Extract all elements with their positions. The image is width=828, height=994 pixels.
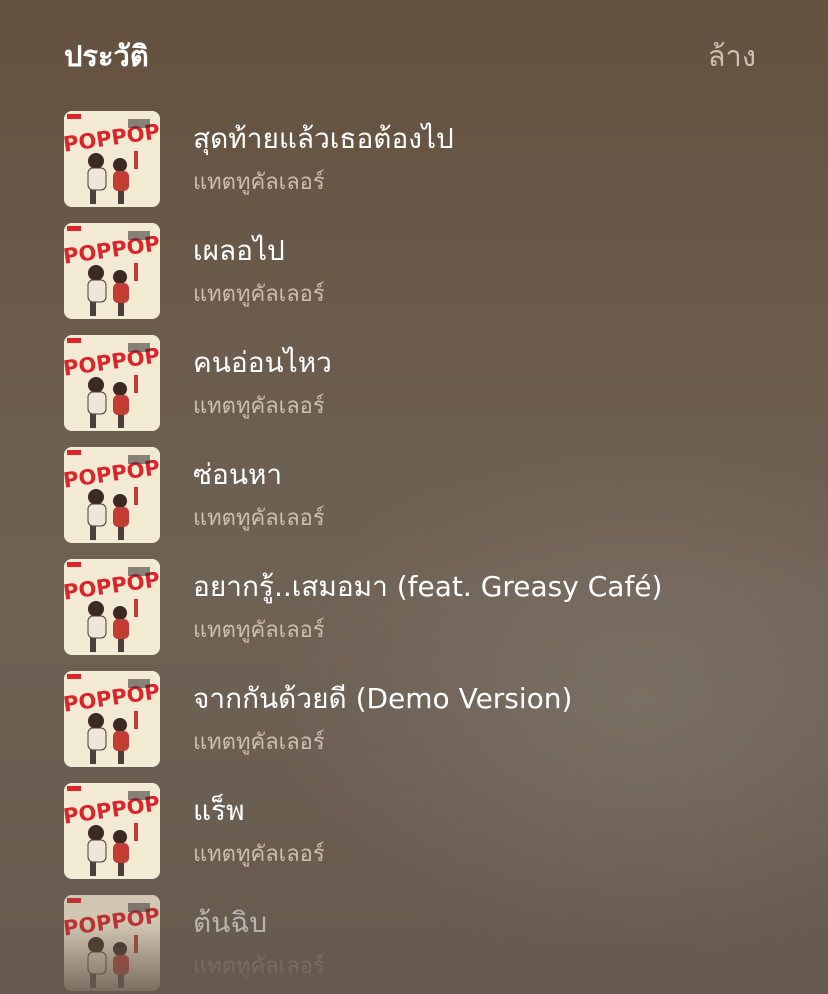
clear-history-button[interactable]: ล้าง: [708, 34, 756, 78]
song-title: อยากรู้..เสมอมา (feat. Greasy Café): [193, 570, 663, 603]
list-item[interactable]: POPPOP คนอ่อนไหว แทตทูคัลเลอร์: [0, 335, 828, 447]
artist-name: แทตทูคัลเลอร์: [193, 282, 325, 307]
list-item[interactable]: POPPOP แร็พ แทตทูคัลเลอร์: [0, 783, 828, 895]
song-title: จากกันด้วยดี (Demo Version): [193, 682, 573, 715]
song-title: สุดท้ายแล้วเธอต้องไป: [193, 122, 454, 155]
album-artwork-icon: POPPOP: [64, 111, 160, 207]
album-artwork-icon: POPPOP: [64, 223, 160, 319]
page-title: ประวัติ: [64, 39, 149, 73]
list-item[interactable]: POPPOP ซ่อนหา แทตทูคัลเลอร์: [0, 447, 828, 559]
song-title: แร็พ: [193, 794, 245, 827]
list-item[interactable]: POPPOP สุดท้ายแล้วเธอต้องไป แทตทูคัลเลอร…: [0, 111, 828, 223]
song-title: คนอ่อนไหว: [193, 346, 332, 379]
song-title: เผลอไป: [193, 234, 285, 267]
artist-name: แทตทูคัลเลอร์: [193, 730, 325, 755]
artist-name: แทตทูคัลเลอร์: [193, 618, 325, 643]
artist-name: แทตทูคัลเลอร์: [193, 954, 325, 979]
artist-name: แทตทูคัลเลอร์: [193, 842, 325, 867]
album-artwork-icon: POPPOP: [64, 895, 160, 991]
artist-name: แทตทูคัลเลอร์: [193, 394, 325, 419]
artist-name: แทตทูคัลเลอร์: [193, 170, 325, 195]
song-title: ซ่อนหา: [193, 458, 283, 491]
artist-name: แทตทูคัลเลอร์: [193, 506, 325, 531]
list-item[interactable]: POPPOP ต้นฉิบ แทตทูคัลเลอร์: [0, 895, 828, 994]
list-item[interactable]: POPPOP เผลอไป แทตทูคัลเลอร์: [0, 223, 828, 335]
list-item[interactable]: POPPOP จากกันด้วยดี (Demo Version) แทตทู…: [0, 671, 828, 783]
album-artwork-icon: POPPOP: [64, 671, 160, 767]
history-list: POPPOP สุดท้ายแล้วเธอต้องไป แทตทูคัลเลอร…: [0, 111, 828, 994]
album-artwork-icon: POPPOP: [64, 447, 160, 543]
album-artwork-icon: POPPOP: [64, 783, 160, 879]
song-title: ต้นฉิบ: [193, 906, 268, 939]
album-artwork-icon: POPPOP: [64, 559, 160, 655]
album-artwork-icon: POPPOP: [64, 335, 160, 431]
history-header: ประวัติ ล้าง: [0, 0, 828, 110]
list-item[interactable]: POPPOP อยากรู้..เสมอมา (feat. Greasy Caf…: [0, 559, 828, 671]
